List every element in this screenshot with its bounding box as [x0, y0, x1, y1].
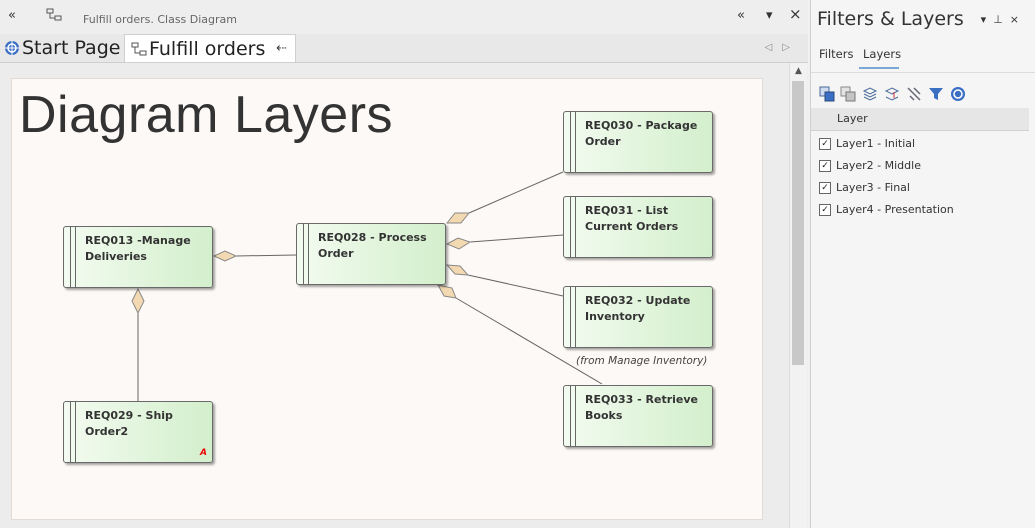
- connector-013-028[interactable]: [235, 254, 297, 257]
- aggregation-diamond: [437, 284, 457, 299]
- requirement-label: REQ031 - List Current Orders: [585, 204, 679, 233]
- vertical-scrollbar[interactable]: ▲: [789, 63, 807, 528]
- layer-up-icon[interactable]: [862, 86, 878, 102]
- tab-filters[interactable]: Filters: [819, 47, 853, 61]
- menu-dropdown-icon[interactable]: ▾: [766, 8, 773, 23]
- scroll-up-icon[interactable]: ▲: [790, 63, 807, 79]
- tab-scroll-left-icon[interactable]: ◁: [765, 42, 783, 53]
- requirement-label: REQ033 - Retrieve Books: [585, 393, 698, 422]
- requirement-req030[interactable]: REQ030 - Package Order: [563, 111, 713, 173]
- layer-row[interactable]: ✓ Layer2 - Middle: [811, 155, 1029, 177]
- requirement-req013[interactable]: REQ013 -Manage Deliveries: [63, 226, 213, 288]
- document-tab-strip: Start Page Fulfill orders ⇠ ◁▷: [0, 34, 808, 63]
- panel-close-icon[interactable]: ×: [1010, 13, 1026, 26]
- from-package-note: (from Manage Inventory): [576, 355, 708, 367]
- connector-028-030[interactable]: [468, 171, 564, 214]
- aggregation-diamond: [445, 212, 471, 224]
- connector-028-032[interactable]: [467, 274, 564, 297]
- aggregation-diamond: [131, 287, 145, 315]
- layer-checkbox[interactable]: ✓: [819, 160, 831, 172]
- remove-layer-icon[interactable]: [840, 86, 856, 102]
- layer-name: Layer2 - Middle: [836, 159, 921, 172]
- requirement-req032[interactable]: REQ032 - Update Inventory: [563, 286, 713, 348]
- layer-checkbox[interactable]: ✓: [819, 204, 831, 216]
- tab-start-page[interactable]: Start Page: [4, 34, 120, 62]
- requirement-req031[interactable]: REQ031 - List Current Orders: [563, 196, 713, 258]
- layer-checkbox[interactable]: ✓: [819, 182, 831, 194]
- requirement-label: REQ028 - Process Order: [318, 231, 427, 260]
- aggregation-diamond: [212, 250, 238, 262]
- panel-controls: ▾⊥×: [981, 13, 1026, 26]
- collapse-left-icon[interactable]: «: [8, 8, 16, 23]
- panel-menu-icon[interactable]: ▾: [981, 13, 994, 26]
- diagram-caption: Fulfill orders. Class Diagram: [83, 13, 238, 26]
- tab-layers[interactable]: Layers: [863, 47, 901, 61]
- layer-name: Layer1 - Initial: [836, 137, 916, 150]
- filters-layers-panel: Filters & Layers ▾⊥× Filters Layers Laye…: [810, 0, 1035, 528]
- start-page-icon: [5, 41, 19, 55]
- active-tab-indicator: [859, 67, 899, 69]
- panel-pin-icon[interactable]: ⊥: [993, 13, 1010, 26]
- class-diagram-icon: [46, 8, 62, 21]
- layer-name: Layer3 - Final: [836, 181, 910, 194]
- diagram-viewport: Diagram Layers REQ013 -Manage Deliveries: [0, 63, 789, 528]
- unlink-icon[interactable]: [906, 86, 922, 102]
- requirement-label: REQ032 - Update Inventory: [585, 294, 691, 323]
- requirement-req033[interactable]: REQ033 - Retrieve Books: [563, 385, 713, 447]
- requirement-label: REQ029 - Ship Order2: [85, 409, 173, 438]
- filter-icon[interactable]: [928, 86, 944, 102]
- pin-tab-icon[interactable]: ⇠: [276, 41, 287, 56]
- scrollbar-thumb[interactable]: [792, 81, 804, 365]
- aggregation-diamond: [445, 264, 470, 276]
- layer-flag: A: [200, 448, 207, 458]
- class-diagram-icon: [131, 42, 147, 55]
- connector-028-031[interactable]: [469, 234, 564, 243]
- layer-down-icon[interactable]: [884, 86, 900, 102]
- layers-toolbar: [811, 82, 1035, 108]
- aggregation-diamond: [445, 237, 472, 250]
- requirement-label: REQ013 -Manage Deliveries: [85, 234, 191, 263]
- diagram-canvas[interactable]: Diagram Layers REQ013 -Manage Deliveries: [11, 78, 763, 520]
- layer-name: Layer4 - Presentation: [836, 203, 954, 216]
- layer-row[interactable]: ✓ Layer3 - Final: [811, 177, 1029, 199]
- layer-checkbox[interactable]: ✓: [819, 138, 831, 150]
- tab-label: Fulfill orders: [149, 37, 266, 60]
- layer-column-header[interactable]: Layer: [811, 108, 1029, 131]
- tab-scroll-right-icon[interactable]: ▷: [782, 42, 800, 53]
- requirement-req029[interactable]: REQ029 - Ship Order2 A: [63, 401, 213, 463]
- add-layer-icon[interactable]: [819, 86, 835, 102]
- requirement-req028[interactable]: REQ028 - Process Order: [296, 223, 446, 285]
- layer-row[interactable]: ✓ Layer4 - Presentation: [811, 199, 1029, 221]
- layer-column-label: Layer: [837, 112, 868, 125]
- collapse-right-icon[interactable]: «: [737, 8, 745, 23]
- layer-row[interactable]: ✓ Layer1 - Initial: [811, 133, 1029, 155]
- document-title-strip: « Fulfill orders. Class Diagram « ▾ ×: [0, 0, 808, 34]
- tab-navigation: ◁▷: [765, 42, 800, 53]
- close-document-icon[interactable]: ×: [789, 5, 802, 23]
- tab-fulfill-orders[interactable]: Fulfill orders ⇠: [124, 34, 296, 62]
- tab-label: Start Page: [22, 37, 121, 59]
- help-icon[interactable]: [950, 86, 966, 102]
- panel-tabs: Filters Layers: [811, 44, 1035, 73]
- requirement-label: REQ030 - Package Order: [585, 119, 698, 148]
- panel-title: Filters & Layers: [817, 8, 964, 30]
